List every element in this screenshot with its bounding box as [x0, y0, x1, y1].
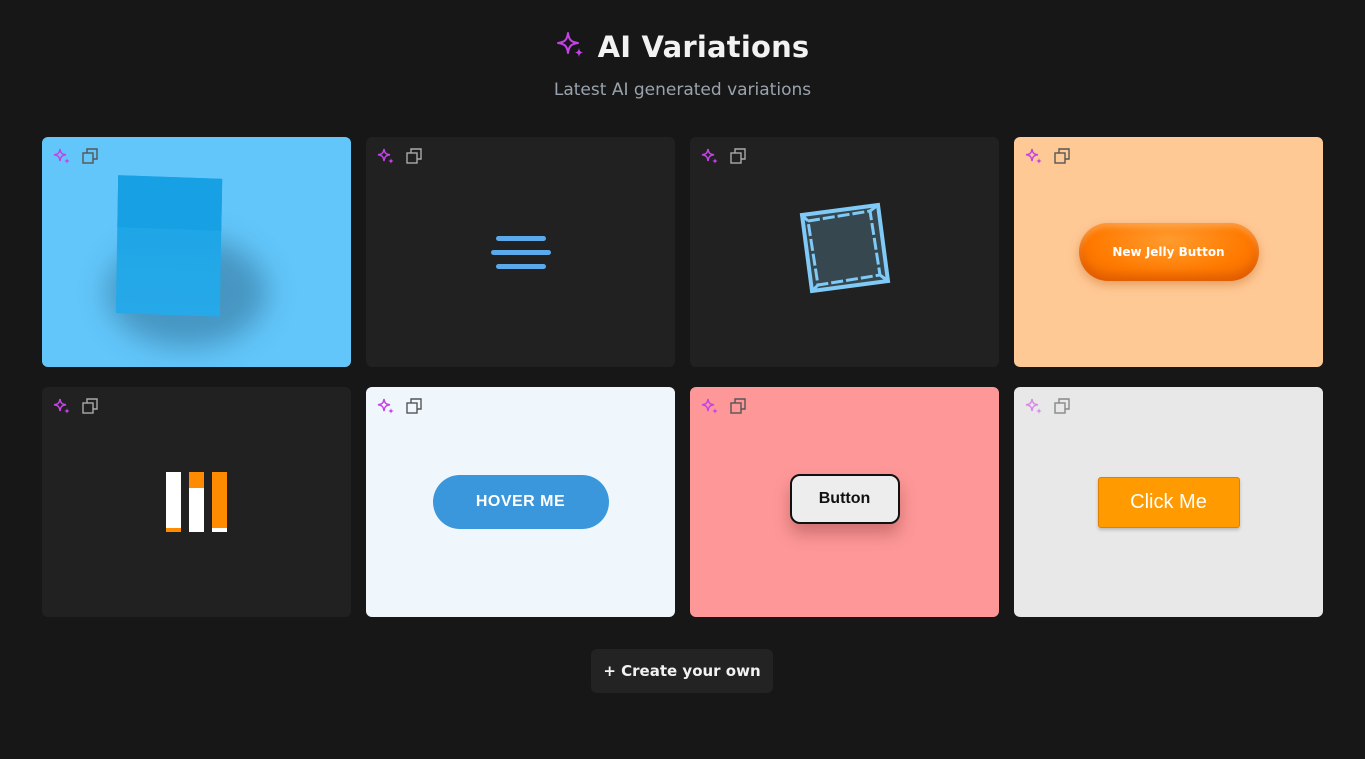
hover-me-button[interactable]: HOVER ME: [432, 475, 609, 529]
preview-area: Click Me: [1014, 387, 1323, 617]
card-toolbar: [701, 397, 747, 415]
variation-card-hover-button[interactable]: HOVER ME: [366, 387, 675, 617]
sparkle-icon[interactable]: [377, 397, 395, 415]
create-your-own-button[interactable]: + Create your own: [591, 649, 773, 693]
preview-area: [690, 137, 999, 367]
click-me-button[interactable]: Click Me: [1097, 476, 1240, 528]
page-subtitle: Latest AI generated variations: [553, 80, 812, 100]
hamburger-menu-icon[interactable]: [490, 235, 551, 269]
wireframe-cube: [799, 202, 890, 294]
variation-card-click-button[interactable]: Click Me: [1014, 387, 1323, 617]
sparkle-icon: [556, 30, 586, 64]
preview-area: HOVER ME: [366, 387, 675, 617]
variation-card-hamburger[interactable]: [366, 137, 675, 367]
sparkle-icon[interactable]: [701, 147, 719, 165]
sparkle-icon[interactable]: [701, 397, 719, 415]
variations-grid: New Jelly Button HOVER ME Button Click M…: [42, 137, 1323, 617]
variation-card-button[interactable]: Button: [690, 387, 999, 617]
copy-icon[interactable]: [405, 397, 423, 415]
copy-icon[interactable]: [81, 147, 99, 165]
preview-area: [42, 137, 351, 367]
card-toolbar: [1025, 147, 1071, 165]
preview-area: Button: [690, 387, 999, 617]
card-toolbar: [53, 397, 99, 415]
variation-card-wireframe-cube[interactable]: [690, 137, 999, 367]
card-toolbar: [377, 147, 423, 165]
bar-3: [212, 472, 227, 532]
card-toolbar: [53, 147, 99, 165]
title-row: AI Variations: [0, 28, 1365, 66]
preview-area: New Jelly Button: [1014, 137, 1323, 367]
sparkle-icon[interactable]: [377, 147, 395, 165]
card-toolbar: [377, 397, 423, 415]
cube-preview: [106, 175, 267, 347]
sparkle-icon[interactable]: [53, 397, 71, 415]
copy-icon[interactable]: [1053, 147, 1071, 165]
button-preview[interactable]: Button: [789, 474, 900, 524]
sparkle-icon[interactable]: [1025, 397, 1043, 415]
sparkle-icon[interactable]: [1025, 147, 1043, 165]
copy-icon[interactable]: [405, 147, 423, 165]
copy-icon[interactable]: [729, 397, 747, 415]
bar-2: [189, 472, 204, 532]
bar-1: [166, 472, 181, 532]
header: AI Variations Latest AI generated variat…: [0, 28, 1365, 100]
cube: [115, 175, 222, 317]
variation-card-loading-bars[interactable]: [42, 387, 351, 617]
preview-area: [42, 387, 351, 617]
page-title: AI Variations: [597, 30, 810, 64]
variation-card-cube[interactable]: [42, 137, 351, 367]
copy-icon[interactable]: [81, 397, 99, 415]
copy-icon[interactable]: [1053, 397, 1071, 415]
preview-area: [366, 137, 675, 367]
variation-card-jelly-button[interactable]: New Jelly Button: [1014, 137, 1323, 367]
card-toolbar: [1025, 397, 1071, 415]
loading-bars: [166, 472, 227, 532]
sparkle-icon[interactable]: [53, 147, 71, 165]
copy-icon[interactable]: [729, 147, 747, 165]
jelly-button[interactable]: New Jelly Button: [1078, 223, 1259, 281]
card-toolbar: [701, 147, 747, 165]
